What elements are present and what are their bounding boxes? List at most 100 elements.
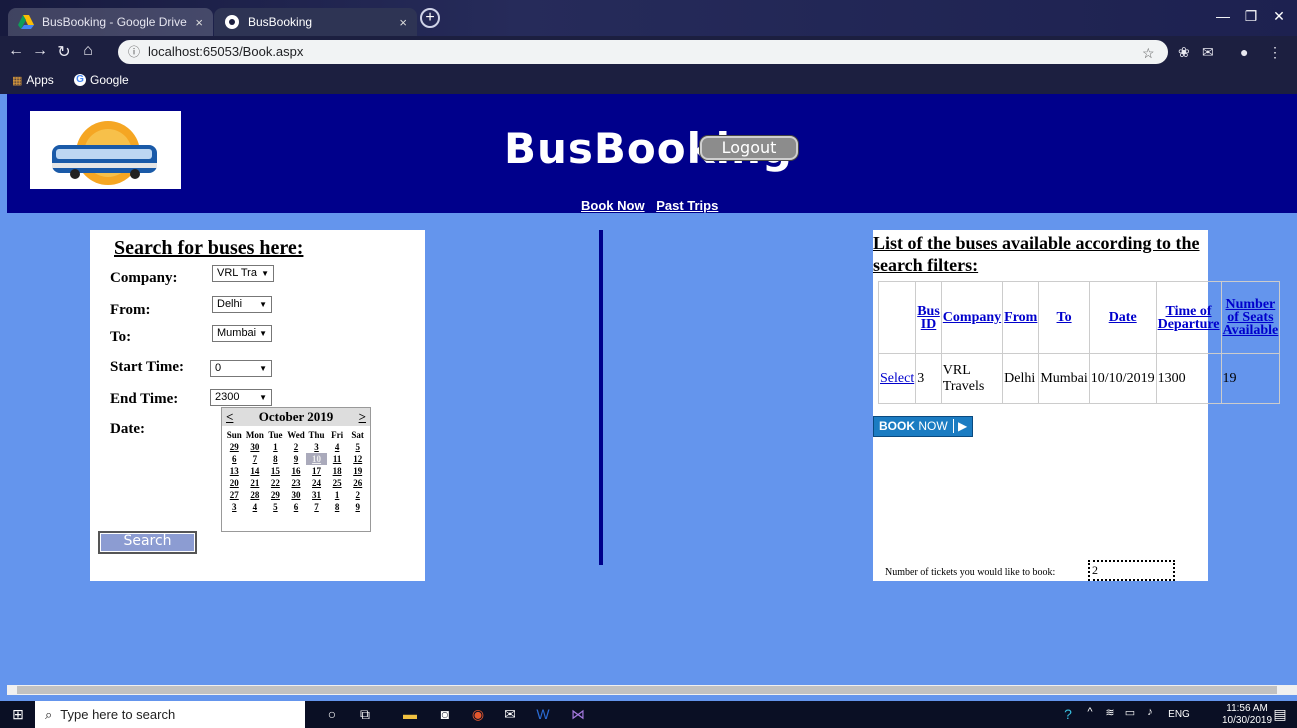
calendar-day[interactable]: 5 [265, 501, 286, 513]
battery-icon[interactable]: ▭ [1120, 706, 1140, 723]
calendar-day[interactable]: 4 [327, 441, 348, 453]
nav-past-trips[interactable]: Past Trips [656, 198, 718, 213]
reload-icon[interactable]: ↻ [54, 42, 74, 62]
calendar-day[interactable]: 30 [286, 489, 307, 501]
forward-icon[interactable]: → [30, 42, 50, 60]
calendar-day[interactable]: 9 [347, 501, 368, 513]
chevron-up-icon[interactable]: ^ [1080, 706, 1100, 723]
calendar-day[interactable]: 31 [306, 489, 327, 501]
bookmark-apps[interactable]: ▦ Apps [12, 73, 54, 87]
minimize-icon[interactable]: — [1208, 8, 1238, 28]
calendar-day[interactable]: 23 [286, 477, 307, 489]
table-header[interactable]: Date [1088, 281, 1157, 354]
calendar-day[interactable]: 7 [245, 453, 266, 465]
calendar-day[interactable]: 4 [245, 501, 266, 513]
scrollbar-thumb[interactable] [17, 686, 1277, 694]
calendar-day[interactable]: 16 [286, 465, 307, 477]
calendar-day[interactable]: 6 [286, 501, 307, 513]
table-cell[interactable]: Select [877, 353, 917, 404]
calendar-day[interactable]: 27 [224, 489, 245, 501]
menu-icon[interactable]: ⋮ [1268, 44, 1282, 61]
task-view-icon[interactable]: ⧉ [355, 706, 375, 723]
calendar-day[interactable]: 3 [306, 441, 327, 453]
book-now-button[interactable]: BOOK NOW ▶ [873, 416, 973, 437]
calendar-day[interactable]: 28 [245, 489, 266, 501]
calendar-day[interactable]: 22 [265, 477, 286, 489]
back-icon[interactable]: ← [6, 42, 26, 60]
windows-start-icon[interactable]: ⊞ [8, 706, 28, 723]
wifi-icon[interactable]: ≋ [1100, 706, 1120, 723]
calendar-day[interactable]: 15 [265, 465, 286, 477]
cortana-icon[interactable]: ○ [322, 706, 342, 723]
notification-icon[interactable]: ▤ [1270, 706, 1290, 723]
calendar-day[interactable]: 1 [327, 489, 348, 501]
calendar-day[interactable]: 18 [327, 465, 348, 477]
search-button[interactable]: Search [98, 531, 197, 554]
calendar-day[interactable]: 8 [265, 453, 286, 465]
taskbar-search[interactable]: ⌕ Type here to search [35, 701, 305, 728]
to-select[interactable]: Mumbai ▼ [212, 325, 272, 342]
new-tab-button[interactable]: + [420, 8, 440, 28]
visual-studio-icon[interactable]: ⋈ [568, 706, 588, 723]
calendar-day[interactable]: 10 [306, 453, 327, 465]
nav-book-now[interactable]: Book Now [581, 198, 645, 213]
table-header[interactable]: From [1002, 281, 1040, 354]
from-select[interactable]: Delhi ▼ [212, 296, 272, 313]
star-icon[interactable]: ☆ [1142, 45, 1155, 62]
calendar-day[interactable]: 11 [327, 453, 348, 465]
address-bar[interactable]: ⓘ localhost:65053/Book.aspx [118, 40, 1168, 64]
word-icon[interactable]: W [533, 706, 553, 723]
table-header[interactable]: Time of Departure [1155, 281, 1222, 354]
calendar-day[interactable]: 25 [327, 477, 348, 489]
calendar-day[interactable]: 13 [224, 465, 245, 477]
calendar-day[interactable]: 8 [327, 501, 348, 513]
close-window-icon[interactable]: ✕ [1264, 8, 1294, 28]
tickets-input[interactable]: 2 [1088, 560, 1175, 581]
horizontal-scrollbar[interactable] [7, 685, 1297, 695]
home-icon[interactable]: ⌂ [78, 42, 98, 60]
logout-button[interactable]: Logout [700, 136, 798, 160]
tab-google-drive[interactable]: BusBooking - Google Drive × [8, 8, 213, 36]
calendar-day[interactable]: 2 [286, 441, 307, 453]
calendar-day[interactable]: 3 [224, 501, 245, 513]
calendar-day[interactable]: 7 [306, 501, 327, 513]
select-link[interactable]: Select [880, 371, 914, 386]
volume-icon[interactable]: ♪ [1140, 706, 1160, 723]
tab-busbooking[interactable]: BusBooking × [214, 8, 417, 36]
extension-icon[interactable]: ❀ [1178, 44, 1190, 61]
company-select[interactable]: VRL Tra ▼ [212, 265, 274, 282]
table-header[interactable]: Number of Seats Available [1220, 281, 1281, 354]
taskbar-clock[interactable]: 11:56 AM 10/30/2019 [1222, 703, 1272, 727]
maximize-icon[interactable]: ❐ [1236, 8, 1266, 28]
table-header[interactable]: To [1038, 281, 1090, 354]
table-header[interactable]: Company [940, 281, 1004, 354]
calendar-day[interactable]: 1 [265, 441, 286, 453]
calendar-day[interactable]: 21 [245, 477, 266, 489]
file-explorer-icon[interactable]: ▬ [400, 706, 420, 723]
close-icon[interactable]: × [399, 15, 407, 30]
close-icon[interactable]: × [195, 15, 203, 30]
calendar-day[interactable]: 24 [306, 477, 327, 489]
profile-icon[interactable]: ● [1240, 44, 1248, 60]
calendar-day[interactable]: 20 [224, 477, 245, 489]
calendar-day[interactable]: 29 [265, 489, 286, 501]
calendar-day[interactable]: 29 [224, 441, 245, 453]
language-indicator[interactable]: ENG [1164, 709, 1194, 726]
bookmark-google[interactable]: G Google [74, 73, 129, 87]
table-header[interactable]: Bus ID [915, 281, 942, 354]
calendar-day[interactable]: 12 [347, 453, 368, 465]
calendar-day[interactable]: 2 [347, 489, 368, 501]
calendar-day[interactable]: 5 [347, 441, 368, 453]
extension-icon[interactable]: ✉ [1202, 44, 1214, 61]
calendar-day[interactable]: 14 [245, 465, 266, 477]
calendar-day[interactable]: 26 [347, 477, 368, 489]
start-time-select[interactable]: 0 ▼ [210, 360, 272, 377]
calendar-day[interactable]: 9 [286, 453, 307, 465]
calendar-next-button[interactable]: > [359, 409, 366, 425]
calendar-day[interactable]: 19 [347, 465, 368, 477]
calendar-day[interactable]: 6 [224, 453, 245, 465]
end-time-select[interactable]: 2300 ▼ [210, 389, 272, 406]
calendar-day[interactable]: 17 [306, 465, 327, 477]
calendar-day[interactable]: 30 [245, 441, 266, 453]
chrome-taskbar-icon[interactable]: ◉ [468, 706, 488, 723]
